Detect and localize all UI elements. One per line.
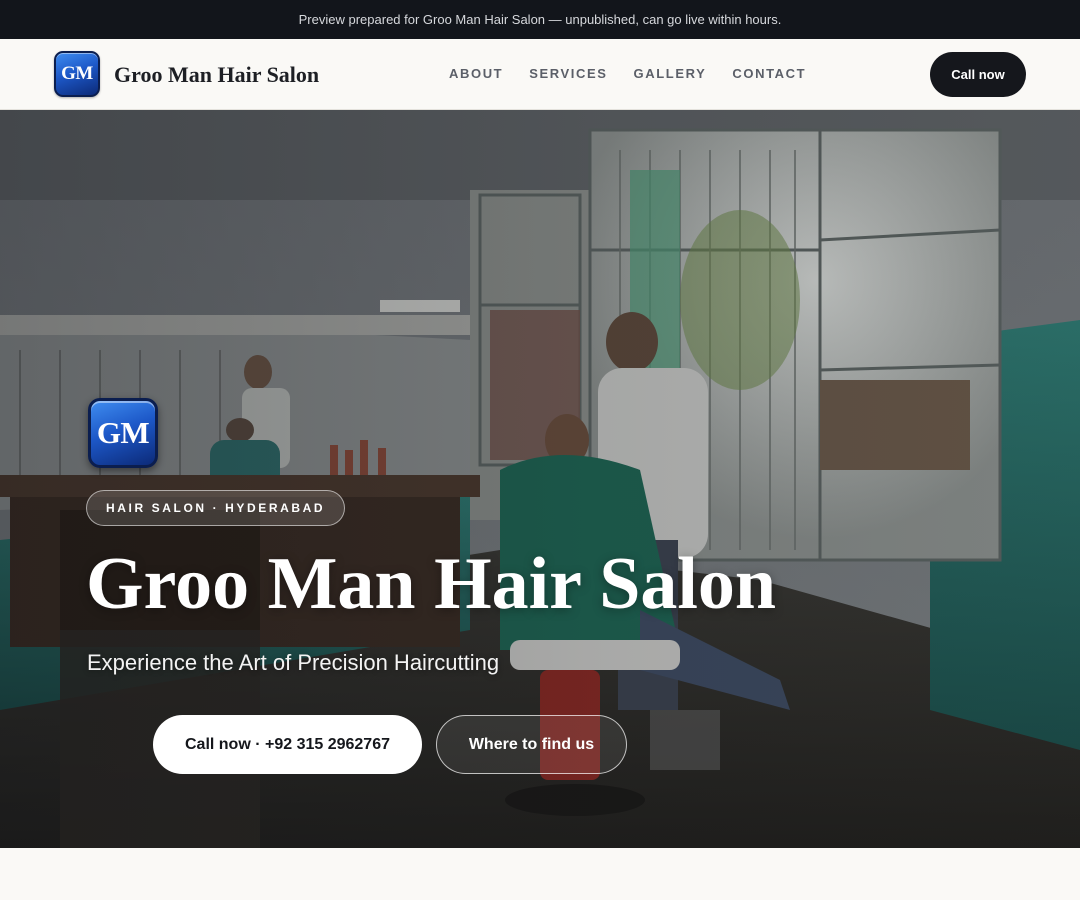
- nav-link-gallery[interactable]: GALLERY: [634, 66, 707, 81]
- hero-logo-text: GM: [96, 415, 150, 450]
- site-header: GM Groo Man Hair Salon ABOUT SERVICES GA…: [0, 39, 1080, 110]
- hero-category-badge: HAIR SALON · HYDERABAD: [86, 490, 346, 526]
- nav-link-about[interactable]: ABOUT: [449, 66, 503, 81]
- header-call-button[interactable]: Call now: [930, 52, 1026, 97]
- hero-subtitle: Experience the Art of Precision Haircutt…: [87, 650, 500, 675]
- nav-link-services[interactable]: SERVICES: [529, 66, 607, 81]
- brand-logo[interactable]: GM: [54, 51, 100, 97]
- hero-title: Groo Man Hair Salon: [86, 543, 777, 625]
- nav-link-contact[interactable]: CONTACT: [732, 66, 806, 81]
- hero-directions-button[interactable]: Where to find us: [436, 715, 627, 774]
- main-nav: ABOUT SERVICES GALLERY CONTACT: [449, 66, 806, 81]
- hero-section: GM HAIR SALON · HYDERABAD Groo Man Hair …: [0, 110, 1080, 848]
- brand-logo-text: GM: [61, 63, 93, 84]
- hero-logo-icon: GM: [88, 398, 158, 468]
- brand-name[interactable]: Groo Man Hair Salon: [114, 62, 319, 88]
- preview-banner: Preview prepared for Groo Man Hair Salon…: [0, 0, 1080, 39]
- hero-call-button[interactable]: Call now · +92 315 2962767: [153, 715, 422, 774]
- preview-banner-text: Preview prepared for Groo Man Hair Salon…: [298, 12, 782, 27]
